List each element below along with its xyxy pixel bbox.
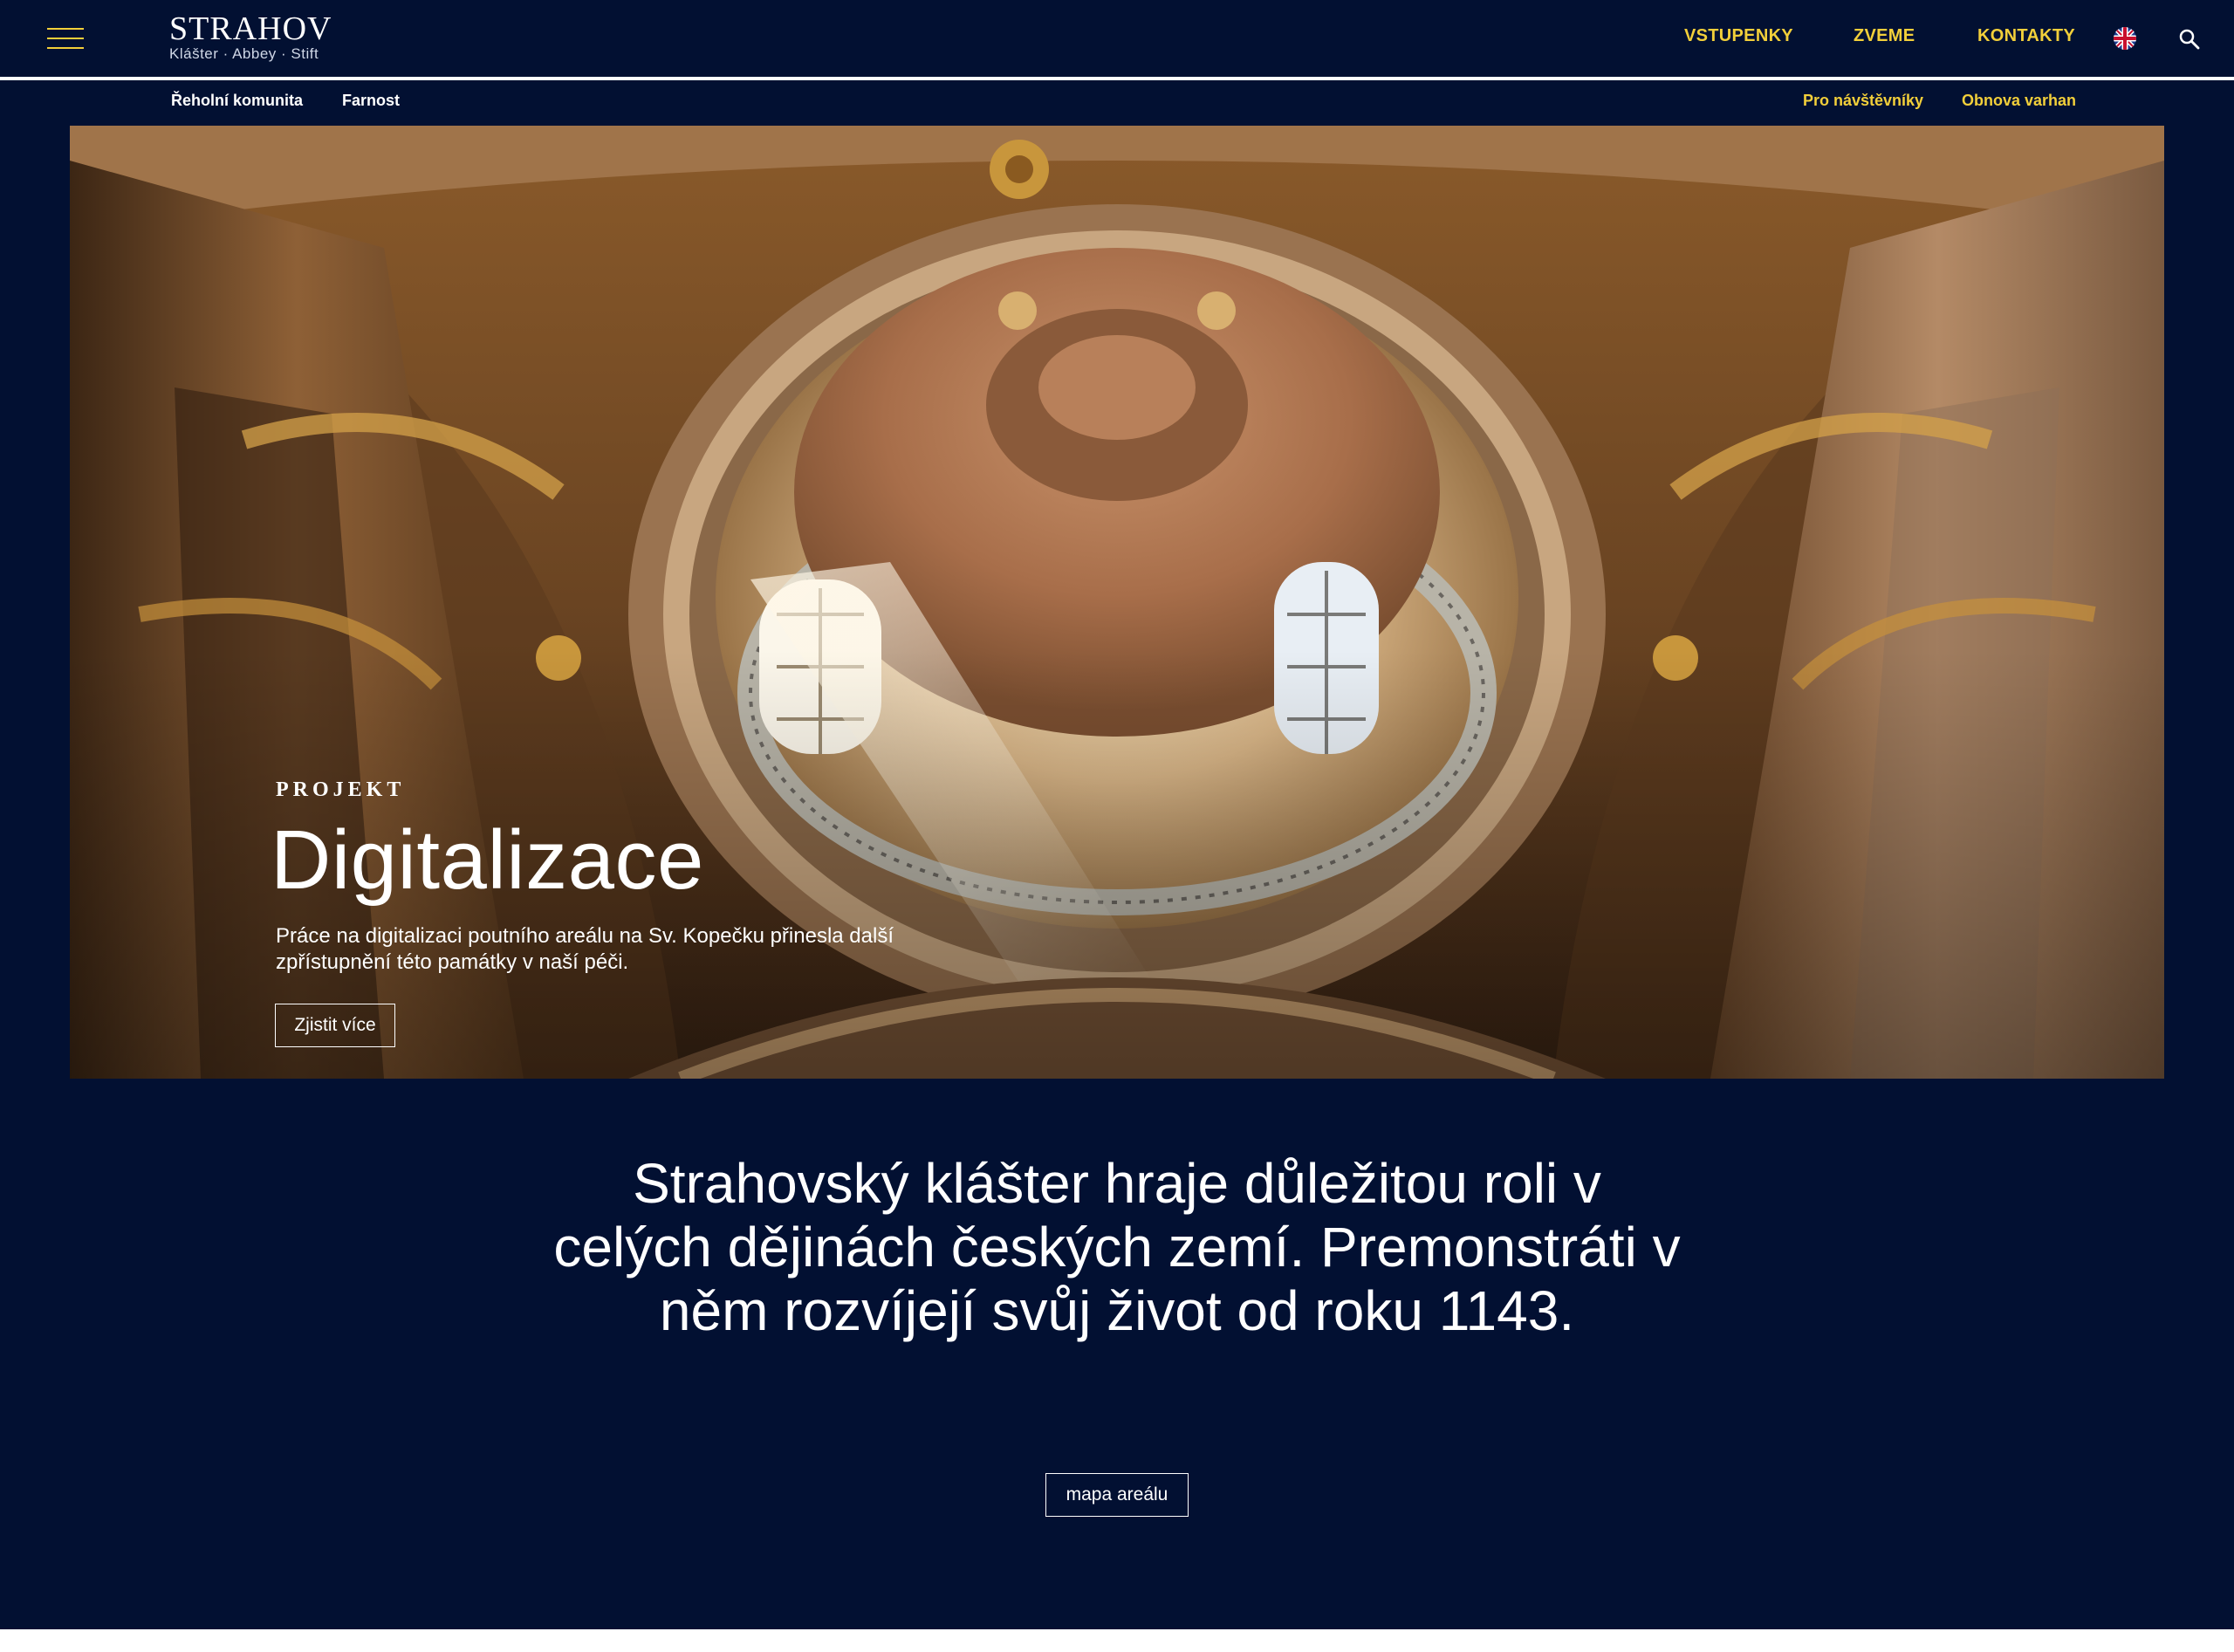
intro-text: Strahovský klášter hraje důležitou roli … xyxy=(553,1152,1681,1342)
logo-subtitle: Klášter · Abbey · Stift xyxy=(169,45,319,62)
hamburger-menu-icon[interactable] xyxy=(47,26,84,51)
site-map-button[interactable]: mapa areálu xyxy=(1045,1473,1189,1517)
learn-more-button[interactable]: Zjistit více xyxy=(275,1004,395,1047)
header-divider xyxy=(0,77,2234,80)
hero-eyebrow: PROJEKT xyxy=(276,778,406,801)
hero-description: Práce na digitalizaci poutního areálu na… xyxy=(276,924,894,974)
nav-contacts-link[interactable]: KONTAKTY xyxy=(1977,26,2075,51)
site-header: STRAHOV Klášter · Abbey · Stift VSTUPENK… xyxy=(0,0,2234,77)
nav-tickets-link[interactable]: VSTUPENKY xyxy=(1684,26,1793,51)
hero-title: Digitalizace xyxy=(271,813,704,907)
subnav-visitors-link[interactable]: Pro návštěvníky xyxy=(1803,92,1923,110)
logo-wordmark: STRAHOV xyxy=(169,10,332,47)
subnav-parish-link[interactable]: Farnost xyxy=(342,92,400,110)
nav-invite-link[interactable]: ZVEME xyxy=(1854,26,1915,51)
hero-banner: PROJEKT Digitalizace Práce na digitaliza… xyxy=(70,126,2164,1079)
site-logo[interactable]: STRAHOV Klášter · Abbey · Stift xyxy=(169,12,332,63)
uk-flag-icon[interactable] xyxy=(2114,27,2136,50)
subnav-organ-link[interactable]: Obnova varhan xyxy=(1962,92,2076,110)
search-icon[interactable] xyxy=(2178,28,2201,51)
page: STRAHOV Klášter · Abbey · Stift VSTUPENK… xyxy=(0,0,2234,1629)
subnav-community-link[interactable]: Řeholní komunita xyxy=(171,92,303,110)
